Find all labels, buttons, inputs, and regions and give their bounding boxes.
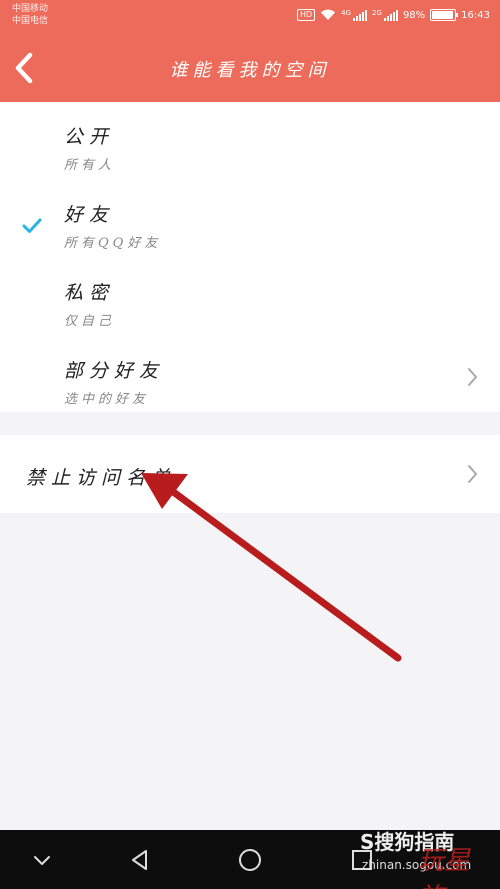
- title-bar: 谁能看我的空间: [0, 34, 500, 102]
- ban-list-row[interactable]: 禁止访问名单: [0, 435, 500, 513]
- option-label: 公开: [64, 126, 115, 148]
- ban-list-label: 禁止访问名单: [26, 467, 177, 489]
- status-icons: HD 4G 2G 98% 16:43: [296, 9, 490, 21]
- option-public[interactable]: 公开 所有人: [0, 110, 500, 188]
- page-title: 谁能看我的空间: [169, 60, 331, 81]
- chevron-right-icon: [468, 368, 477, 386]
- option-label: 好友: [64, 204, 115, 226]
- signal-icon-2: [383, 9, 398, 21]
- signal-icon: [353, 9, 368, 21]
- carrier-info: 中国移动 中国电信: [12, 3, 48, 27]
- option-description: 所有QQ好友: [64, 236, 162, 251]
- chevron-right-icon: [468, 465, 477, 483]
- wifi-icon: [321, 9, 336, 20]
- option-some-friends[interactable]: 部分好友 选中的好友: [0, 344, 500, 422]
- option-friends[interactable]: 好友 所有QQ好友: [0, 188, 500, 266]
- carrier-2: 中国电信: [12, 16, 49, 26]
- network-label-1: 4G: [341, 9, 352, 17]
- network-label-2: 2G: [372, 9, 382, 17]
- hd-badge: HD: [296, 9, 316, 21]
- battery-icon: [430, 9, 459, 21]
- chevron-down-icon[interactable]: [27, 845, 57, 875]
- check-icon: [22, 218, 42, 233]
- battery-percent: 98%: [402, 9, 426, 21]
- home-circle-icon[interactable]: [235, 845, 265, 875]
- option-description: 选中的好友: [64, 392, 150, 407]
- visibility-options: 公开 所有人 好友 所有QQ好友 私密 仅自己 部分好友 选中的好友: [0, 102, 500, 412]
- watermark-seal: 玩星族: [418, 846, 471, 889]
- watermark: S搜狗指南 zhinan.sogou.com 玩星族: [360, 826, 490, 889]
- back-triangle-icon[interactable]: [125, 845, 155, 875]
- option-description: 仅自己: [64, 314, 116, 329]
- carrier-1: 中国移动: [12, 4, 49, 14]
- option-label: 部分好友: [64, 360, 165, 382]
- status-bar: 中国移动 中国电信 HD 4G 2G 98% 16:43: [0, 0, 500, 34]
- option-description: 所有人: [64, 158, 116, 173]
- option-private[interactable]: 私密 仅自己: [0, 266, 500, 344]
- option-label: 私密: [64, 282, 115, 304]
- screen: 中国移动 中国电信 HD 4G 2G 98% 16:43 谁能看我的空间 公开 …: [0, 0, 500, 889]
- clock: 16:43: [461, 9, 490, 21]
